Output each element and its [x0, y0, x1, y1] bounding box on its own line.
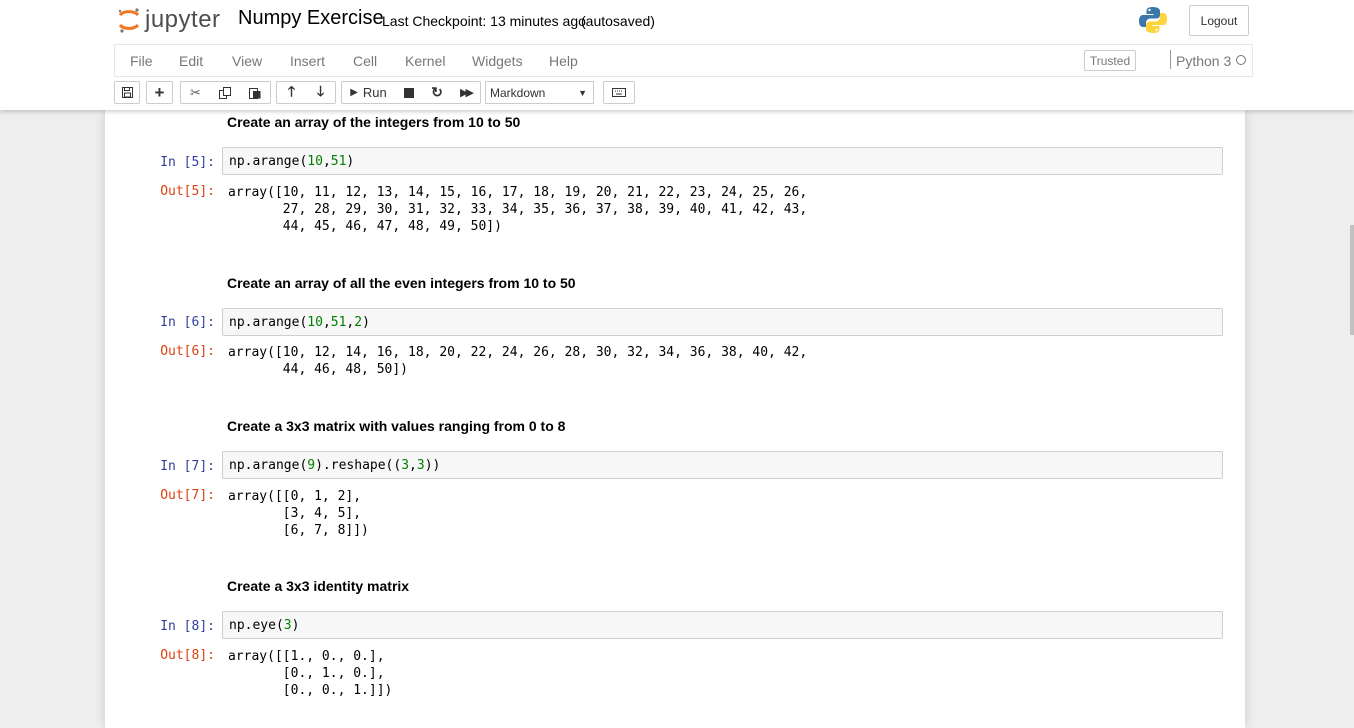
code-text: np.arange(10,51) [229, 154, 355, 169]
code-input[interactable]: np.arange(9).reshape((3,3)) [222, 451, 1223, 479]
header: jupyter Numpy Exercise Last Checkpoint: … [0, 0, 1354, 110]
menu-cell[interactable]: Cell [353, 53, 377, 69]
menu-file[interactable]: File [130, 53, 153, 69]
move-up-button[interactable]: 🡑 [276, 81, 307, 104]
restart-button[interactable]: ↻ [423, 81, 452, 104]
move-down-button[interactable]: 🡓 [306, 81, 336, 104]
markdown-cell[interactable]: Create an array of all the even integers… [227, 275, 576, 291]
trusted-indicator[interactable]: Trusted [1084, 50, 1136, 71]
cut-button[interactable]: ✂ [180, 81, 211, 104]
in-prompt: In [8]: [160, 619, 215, 634]
logout-button[interactable]: Logout [1189, 5, 1249, 36]
autosave-status: (autosaved) [581, 13, 655, 29]
notebook-container: Create an array of the integers from 10 … [105, 110, 1245, 728]
out-prompt: Out[6]: [160, 344, 215, 359]
jupyter-logo-text: jupyter [145, 6, 221, 33]
jupyter-logo[interactable]: jupyter [117, 6, 221, 34]
cell-output: array([10, 12, 14, 16, 18, 20, 22, 24, 2… [228, 345, 808, 377]
cell-type-select[interactable]: Markdown ▼ [485, 81, 594, 104]
chevron-down-icon: ▼ [578, 88, 587, 98]
interrupt-button[interactable] [395, 81, 424, 104]
plus-icon: + [154, 83, 165, 102]
copy-icon [219, 86, 231, 99]
insert-cell-button[interactable]: + [146, 81, 173, 104]
menu-insert[interactable]: Insert [290, 53, 325, 69]
save-icon [121, 87, 133, 98]
in-prompt: In [7]: [160, 459, 215, 474]
run-button[interactable]: ▶︎ Run [341, 81, 396, 104]
save-button[interactable] [114, 81, 140, 104]
code-input[interactable]: np.arange(10,51,2) [222, 308, 1223, 336]
in-prompt: In [5]: [160, 155, 215, 170]
menu-widgets[interactable]: Widgets [472, 53, 523, 69]
out-prompt: Out[8]: [160, 648, 215, 663]
menu-view[interactable]: View [232, 53, 262, 69]
menubar: File Edit View Insert Cell Kernel Widget… [114, 44, 1253, 77]
keyboard-icon [612, 88, 626, 97]
run-label: Run [362, 85, 387, 100]
out-prompt: Out[7]: [160, 488, 215, 503]
out-prompt: Out[5]: [160, 184, 215, 199]
kernel-separator [1170, 50, 1171, 69]
code-input[interactable]: np.eye(3) [222, 611, 1223, 639]
markdown-cell[interactable]: Create an array of the integers from 10 … [227, 114, 520, 130]
kernel-name[interactable]: Python 3 [1176, 53, 1231, 69]
in-prompt: In [6]: [160, 315, 215, 330]
scissors-icon: ✂ [190, 84, 201, 100]
menu-edit[interactable]: Edit [179, 53, 203, 69]
code-text: np.arange(9).reshape((3,3)) [229, 458, 441, 473]
fast-forward-icon: ▶▶ [460, 87, 474, 99]
cell-output: array([[1., 0., 0.], [0., 1., 0.], [0., … [228, 649, 393, 698]
code-text: np.arange(10,51,2) [229, 315, 370, 330]
notebook-title[interactable]: Numpy Exercise [238, 7, 384, 30]
menu-help[interactable]: Help [549, 53, 578, 69]
arrow-down-icon: 🡓 [316, 82, 325, 99]
markdown-cell[interactable]: Create a 3x3 matrix with values ranging … [227, 418, 565, 434]
arrow-up-icon: 🡑 [287, 82, 296, 99]
code-input[interactable]: np.arange(10,51) [222, 147, 1223, 175]
paste-button[interactable] [240, 81, 271, 104]
restart-run-all-button[interactable]: ▶▶ [451, 81, 481, 104]
markdown-cell[interactable]: Create a 3x3 identity matrix [227, 578, 409, 594]
cell-type-value: Markdown [490, 85, 546, 100]
copy-button[interactable] [210, 81, 241, 104]
command-palette-button[interactable] [603, 81, 635, 104]
checkpoint-status: Last Checkpoint: 13 minutes ago [382, 13, 586, 29]
step-forward-icon: ▶︎ [350, 87, 358, 98]
cell-output: array([10, 11, 12, 13, 14, 15, 16, 17, 1… [228, 185, 808, 234]
python-logo-icon [1137, 4, 1169, 41]
stop-icon [404, 87, 414, 98]
paste-icon [249, 87, 261, 99]
scrollbar-thumb[interactable] [1350, 225, 1354, 335]
menu-kernel[interactable]: Kernel [405, 53, 445, 69]
restart-icon: ↻ [431, 84, 443, 100]
kernel-idle-icon [1236, 55, 1246, 65]
jupyter-logo-icon [118, 8, 140, 33]
code-text: np.eye(3) [229, 618, 300, 633]
cell-output: array([[0, 1, 2], [3, 4, 5], [6, 7, 8]]) [228, 489, 369, 538]
